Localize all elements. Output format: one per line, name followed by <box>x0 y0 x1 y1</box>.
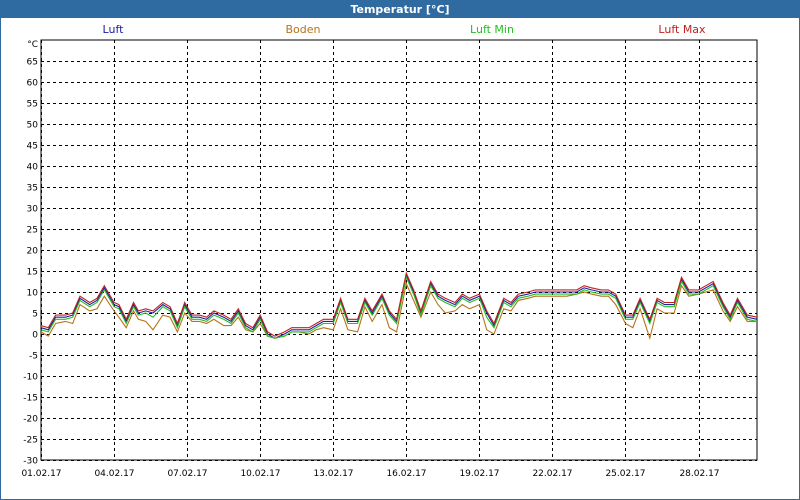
y-tick-label: -15 <box>23 394 38 404</box>
y-tick-label: -20 <box>23 415 38 425</box>
y-tick-label: 15 <box>27 268 38 278</box>
y-tick-label: 35 <box>27 184 38 194</box>
y-tick-label: 20 <box>27 247 39 257</box>
y-tick-label: 45 <box>27 142 38 152</box>
y-tick-label: 5 <box>32 310 38 320</box>
y-tick-label: 25 <box>27 226 38 236</box>
y-tick-label: 10 <box>27 289 39 299</box>
y-tick-label: -30 <box>23 457 38 467</box>
x-tick-label: 01.02.17 <box>21 469 61 479</box>
temperature-chart: 65605550454035302520151050-5-10-15-20-25… <box>21 39 758 479</box>
y-tick-label: -10 <box>23 373 38 383</box>
y-tick-label: 60 <box>27 79 39 89</box>
x-tick-label: 07.02.17 <box>167 469 207 479</box>
x-tick-label: 25.02.17 <box>605 469 645 479</box>
x-tick-label: 19.02.17 <box>459 469 499 479</box>
x-tick-label: 22.02.17 <box>532 469 572 479</box>
y-tick-label: 30 <box>27 205 39 215</box>
y-tick-label: 50 <box>27 121 39 131</box>
y-tick-label: 65 <box>27 58 38 68</box>
y-axis-unit: °C <box>27 40 38 50</box>
x-tick-label: 10.02.17 <box>240 469 280 479</box>
y-tick-label: 55 <box>27 100 38 110</box>
series-line-luft-max <box>40 271 758 337</box>
x-tick-label: 04.02.17 <box>94 469 134 479</box>
x-tick-label: 16.02.17 <box>386 469 426 479</box>
y-tick-label: -5 <box>29 352 38 362</box>
y-tick-label: 0 <box>32 331 38 341</box>
y-tick-label: 40 <box>27 163 39 173</box>
x-tick-label: 13.02.17 <box>313 469 353 479</box>
x-tick-label: 28.02.17 <box>679 469 719 479</box>
y-tick-label: -25 <box>23 436 38 446</box>
